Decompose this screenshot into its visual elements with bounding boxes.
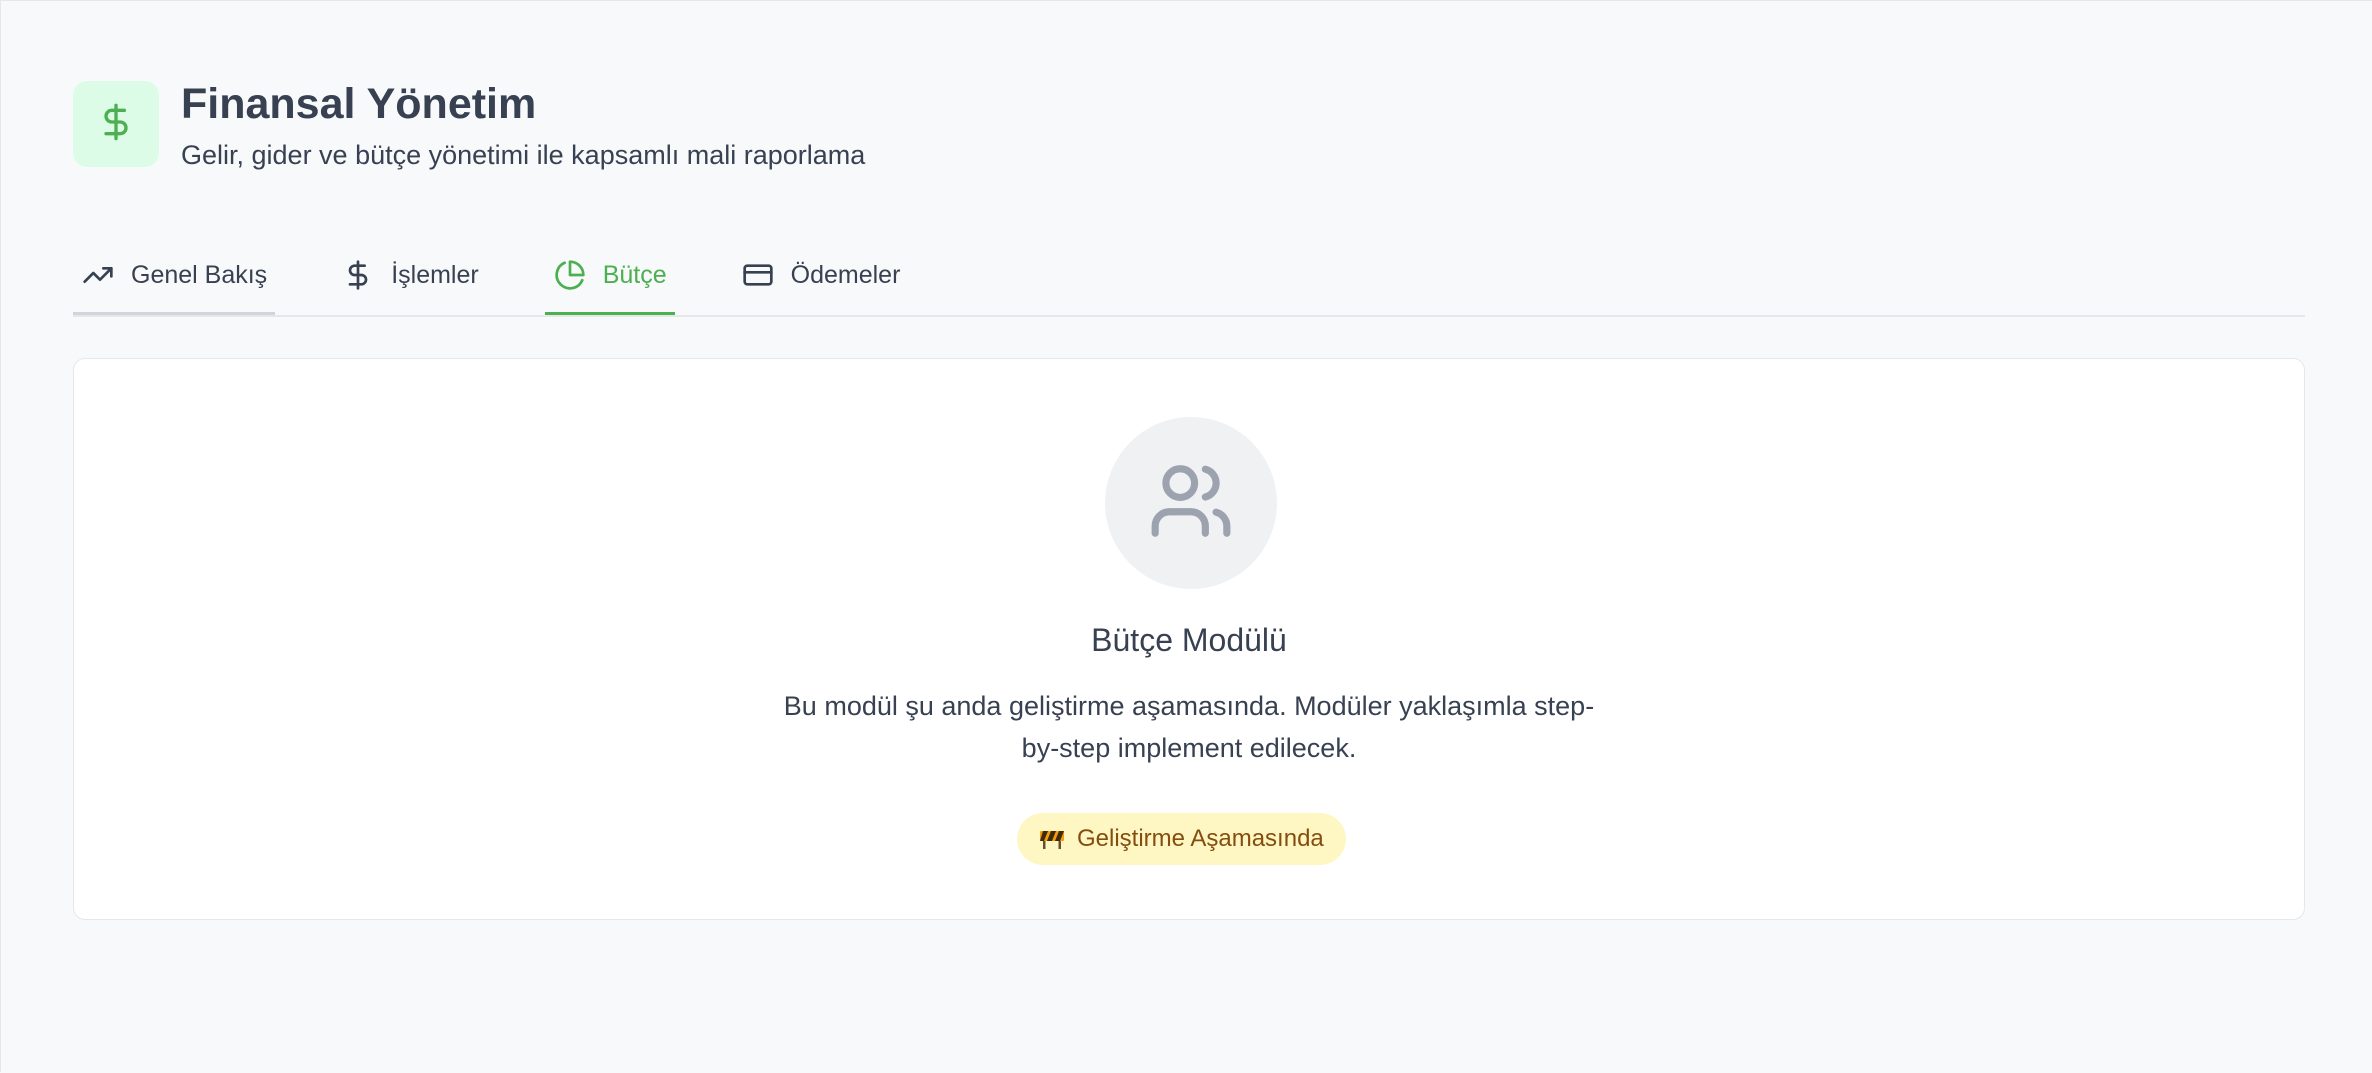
page-title: Finansal Yönetim bbox=[181, 80, 537, 128]
dollar-icon bbox=[341, 258, 375, 292]
module-description: Bu modül şu anda geliştirme aşamasında. … bbox=[783, 691, 1595, 763]
page-header: Finansal Yönetim Gelir, gider ve bütçe y… bbox=[73, 80, 866, 171]
credit-card-icon bbox=[741, 258, 775, 292]
tab-label: Ödemeler bbox=[790, 260, 901, 289]
module-icon-circle bbox=[1105, 417, 1277, 589]
construction-barrier-icon bbox=[1039, 828, 1065, 850]
status-badge: Geliştirme Aşamasında bbox=[1017, 813, 1346, 865]
tab-label: Genel Bakış bbox=[131, 260, 268, 289]
tab-label: Bütçe bbox=[602, 260, 667, 289]
tab-label: İşlemler bbox=[391, 260, 479, 289]
tab-bar: Genel Bakış İşlemler Bütçe Ödemeler bbox=[73, 237, 2305, 317]
users-icon bbox=[1148, 458, 1234, 549]
page-subtitle: Gelir, gider ve bütçe yönetimi ile kapsa… bbox=[181, 139, 866, 170]
tab-genel-bakis[interactable]: Genel Bakış bbox=[73, 237, 276, 315]
pie-chart-icon bbox=[553, 258, 587, 292]
tab-butce[interactable]: Bütçe bbox=[544, 237, 675, 315]
tab-odemeler[interactable]: Ödemeler bbox=[733, 237, 909, 313]
module-card: Bütçe Modülü Bu modül şu anda geliştirme… bbox=[73, 358, 2305, 920]
tab-islemler[interactable]: İşlemler bbox=[333, 237, 487, 313]
finance-logo bbox=[73, 81, 159, 167]
module-title: Bütçe Modülü bbox=[1091, 622, 1287, 658]
status-badge-label: Geliştirme Aşamasında bbox=[1077, 825, 1324, 852]
trending-up-icon bbox=[81, 258, 115, 292]
page: Finansal Yönetim Gelir, gider ve bütçe y… bbox=[1, 1, 2372, 1073]
dollar-icon bbox=[96, 102, 136, 147]
